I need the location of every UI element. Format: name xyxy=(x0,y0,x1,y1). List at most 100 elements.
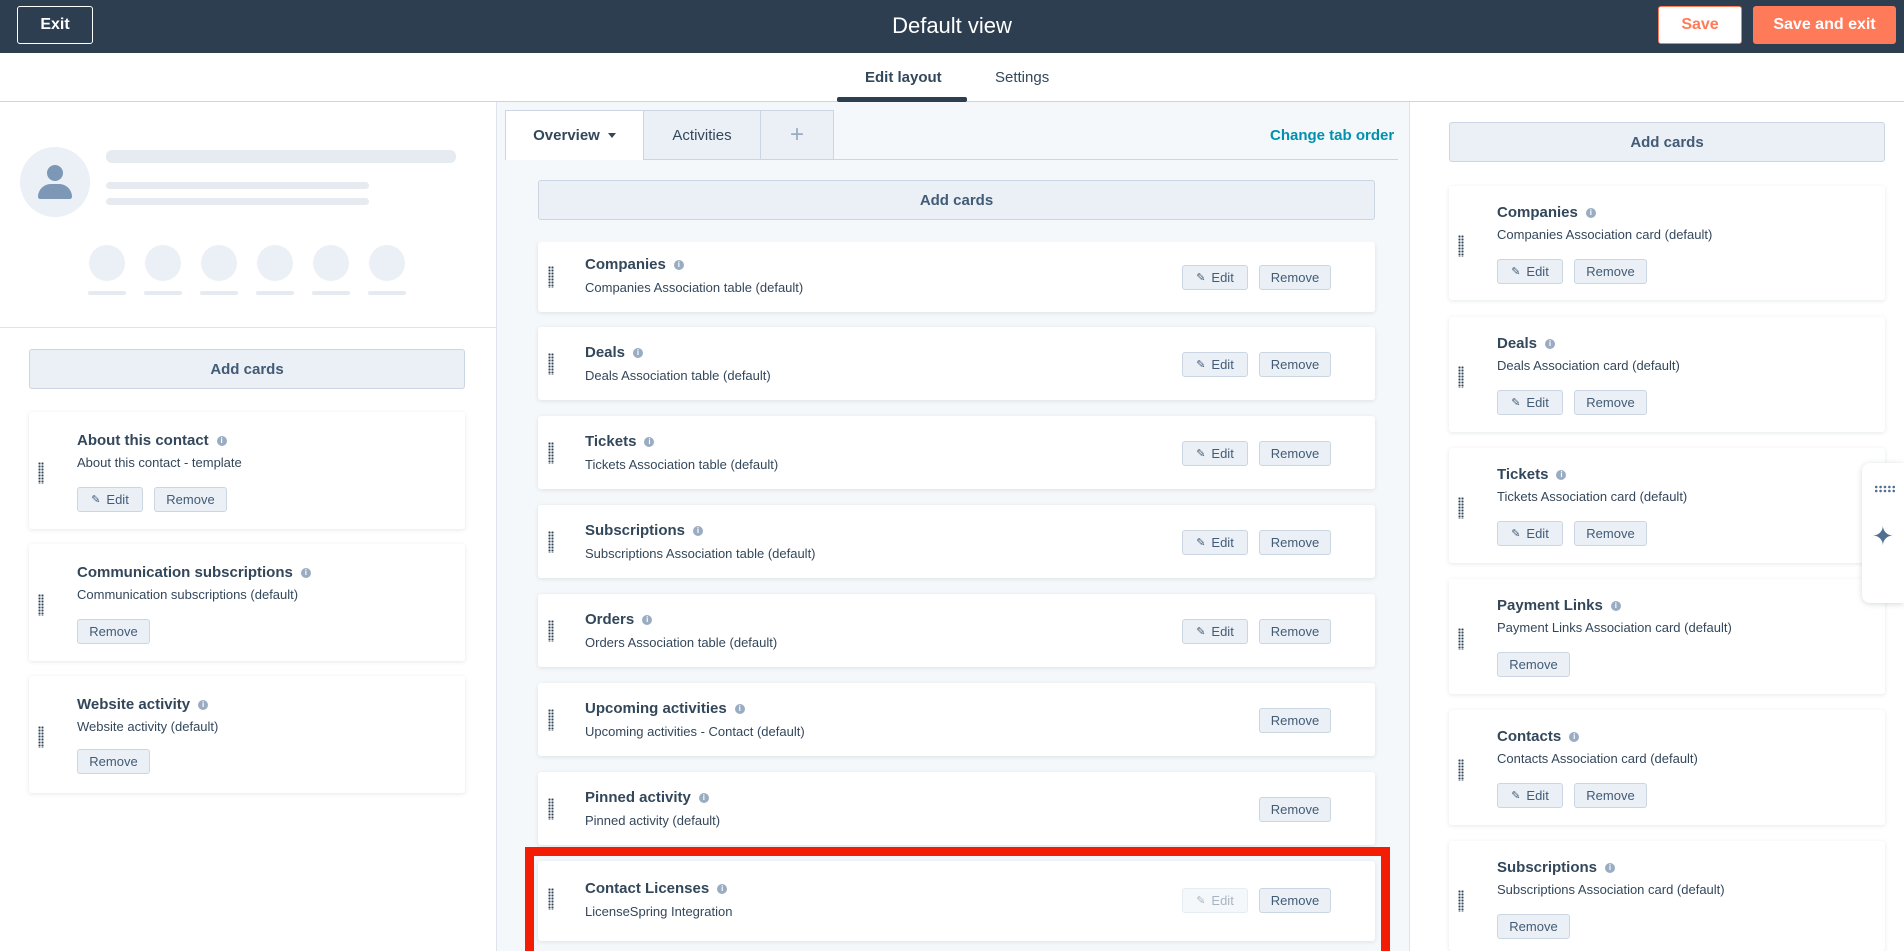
card-subtitle: Communication subscriptions (default) xyxy=(77,587,299,602)
edit-button[interactable]: ✎ Edit xyxy=(1182,530,1248,555)
save-and-exit-button[interactable]: Save and exit xyxy=(1753,6,1896,44)
drag-handle-icon[interactable] xyxy=(548,531,554,553)
card-companies-table: Companies i Companies Association table (… xyxy=(538,242,1375,312)
drag-handle-icon[interactable] xyxy=(548,709,554,731)
edit-button[interactable]: ✎ Edit xyxy=(77,487,143,512)
remove-button[interactable]: Remove xyxy=(1259,708,1331,733)
info-icon[interactable]: i xyxy=(642,615,653,625)
remove-button[interactable]: Remove xyxy=(77,749,150,774)
edit-button[interactable]: ✎ Edit xyxy=(1182,265,1248,290)
card-subtitle: Orders Association table (default) xyxy=(585,635,778,650)
drag-handle-icon[interactable] xyxy=(1458,497,1464,519)
add-cards-button[interactable]: Add cards xyxy=(29,349,465,389)
drag-handle-icon[interactable] xyxy=(1458,890,1464,912)
add-cards-button[interactable]: Add cards xyxy=(1449,122,1885,162)
remove-button[interactable]: Remove xyxy=(1574,259,1647,284)
card-tickets: Tickets i Tickets Association card (defau… xyxy=(1449,448,1885,563)
pencil-icon: ✎ xyxy=(1196,272,1206,284)
card-subtitle: Deals Association table (default) xyxy=(585,368,771,383)
card-title: Deals i xyxy=(1497,335,1556,352)
skeleton-action-label xyxy=(256,291,294,295)
skeleton-action-circle xyxy=(257,245,293,281)
drag-handle-icon[interactable] xyxy=(38,594,44,616)
tab-settings[interactable]: Settings xyxy=(995,69,1049,86)
remove-button[interactable]: Remove xyxy=(1259,797,1331,822)
card-deals-table: Deals i Deals Association table (default)… xyxy=(538,327,1375,400)
tab-edit-layout[interactable]: Edit layout xyxy=(865,69,942,86)
apps-grid-icon[interactable] xyxy=(1874,485,1896,493)
change-tab-order-link[interactable]: Change tab order xyxy=(1270,127,1394,144)
info-icon[interactable]: i xyxy=(633,348,644,358)
save-button[interactable]: Save xyxy=(1658,6,1742,44)
add-tab-button[interactable]: + xyxy=(760,110,834,160)
card-subtitle: Tickets Association table (default) xyxy=(585,457,779,472)
remove-button[interactable]: Remove xyxy=(1259,265,1331,290)
info-icon[interactable]: i xyxy=(673,260,684,270)
info-icon[interactable]: i xyxy=(1585,208,1596,218)
drag-handle-icon[interactable] xyxy=(548,620,554,642)
drag-handle-icon[interactable] xyxy=(548,442,554,464)
card-title: Companies i xyxy=(1497,204,1596,221)
card-pinned-activity: Pinned activity i Pinned activity (defaul… xyxy=(538,772,1375,845)
remove-button[interactable]: Remove xyxy=(1574,783,1647,808)
info-icon[interactable]: i xyxy=(198,700,209,710)
remove-button[interactable]: Remove xyxy=(1574,521,1647,546)
card-companies: Companies i Companies Association card (d… xyxy=(1449,186,1885,300)
info-icon[interactable]: i xyxy=(693,526,704,536)
side-helper-widget: ✦ xyxy=(1862,463,1904,603)
edit-button[interactable]: ✎ Edit xyxy=(1497,521,1563,546)
tab-activities[interactable]: Activities xyxy=(643,110,761,160)
remove-button[interactable]: Remove xyxy=(1497,914,1570,939)
edit-button[interactable]: ✎ Edit xyxy=(1182,352,1248,377)
card-subtitle: Subscriptions Association table (default… xyxy=(585,546,816,561)
remove-button[interactable]: Remove xyxy=(77,619,150,644)
card-title: Orders i xyxy=(585,611,653,628)
remove-button[interactable]: Remove xyxy=(1259,441,1331,466)
drag-handle-icon[interactable] xyxy=(548,266,554,288)
divider xyxy=(0,327,497,328)
card-subtitle: Deals Association card (default) xyxy=(1497,358,1680,373)
info-icon[interactable]: i xyxy=(1569,732,1580,742)
info-icon[interactable]: i xyxy=(1605,863,1616,873)
info-icon[interactable]: i xyxy=(734,704,745,714)
remove-button[interactable]: Remove xyxy=(1259,619,1331,644)
skeleton-action-label xyxy=(88,291,126,295)
drag-handle-icon[interactable] xyxy=(38,726,44,748)
sparkle-icon[interactable]: ✦ xyxy=(1872,523,1894,549)
remove-button[interactable]: Remove xyxy=(1259,352,1331,377)
card-subtitle: Companies Association card (default) xyxy=(1497,227,1713,242)
card-title: Payment Links i xyxy=(1497,597,1621,614)
card-subtitle: Companies Association table (default) xyxy=(585,280,804,295)
edit-button[interactable]: ✎ Edit xyxy=(1497,259,1563,284)
edit-button[interactable]: ✎ Edit xyxy=(1182,441,1248,466)
remove-button[interactable]: Remove xyxy=(1259,530,1331,555)
edit-button[interactable]: ✎ Edit xyxy=(1497,783,1563,808)
info-icon[interactable]: i xyxy=(300,568,311,578)
drag-handle-icon[interactable] xyxy=(548,798,554,820)
drag-handle-icon[interactable] xyxy=(1458,759,1464,781)
drag-handle-icon[interactable] xyxy=(38,462,44,484)
drag-handle-icon[interactable] xyxy=(1458,235,1464,257)
remove-button[interactable]: Remove xyxy=(1574,390,1647,415)
drag-handle-icon[interactable] xyxy=(1458,628,1464,650)
info-icon[interactable]: i xyxy=(698,793,709,803)
card-subtitle: Contacts Association card (default) xyxy=(1497,751,1698,766)
skeleton-name xyxy=(106,150,456,163)
edit-button[interactable]: ✎ Edit xyxy=(1182,619,1248,644)
remove-button[interactable]: Remove xyxy=(1497,652,1570,677)
remove-button[interactable]: Remove xyxy=(154,487,227,512)
add-cards-button[interactable]: Add cards xyxy=(538,180,1375,220)
edit-button[interactable]: ✎ Edit xyxy=(1497,390,1563,415)
info-icon[interactable]: i xyxy=(1610,601,1621,611)
info-icon[interactable]: i xyxy=(1545,339,1556,349)
drag-handle-icon[interactable] xyxy=(1458,366,1464,388)
info-icon[interactable]: i xyxy=(644,437,655,447)
tab-overview[interactable]: Overview xyxy=(505,110,644,160)
skeleton-action-circle xyxy=(89,245,125,281)
card-about-this-contact: About this contact i About this contact -… xyxy=(29,412,465,529)
skeleton-action-label xyxy=(144,291,182,295)
drag-handle-icon[interactable] xyxy=(548,353,554,375)
card-subtitle: Pinned activity (default) xyxy=(585,813,721,828)
info-icon[interactable]: i xyxy=(216,436,227,446)
info-icon[interactable]: i xyxy=(1556,470,1567,480)
